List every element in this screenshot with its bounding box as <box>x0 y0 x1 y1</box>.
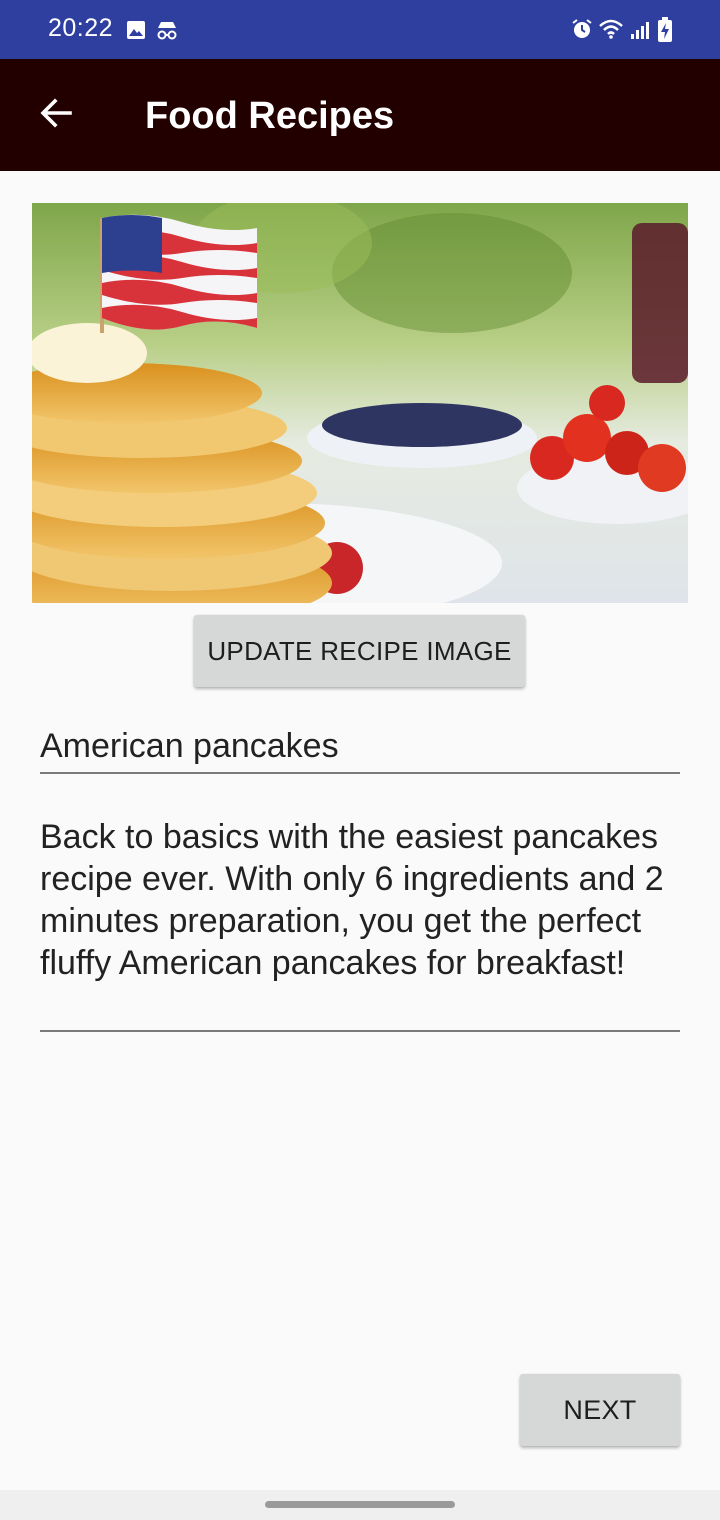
alarm-icon <box>571 18 593 45</box>
next-button[interactable]: Next <box>520 1374 680 1446</box>
home-handle[interactable] <box>265 1501 455 1508</box>
arrow-left-icon <box>38 95 74 136</box>
navigation-bar <box>0 1490 720 1520</box>
update-recipe-image-button[interactable]: Update Recipe Image <box>194 615 525 687</box>
recipe-title-field[interactable]: American pancakes <box>40 724 680 774</box>
status-time: 20:22 <box>48 14 114 42</box>
incognito-icon <box>155 18 179 47</box>
recipe-description-field[interactable]: Back to basics with the easiest pancakes… <box>40 816 680 1032</box>
page-title: Food Recipes <box>145 95 395 137</box>
status-bar: 20:22 <box>0 0 720 59</box>
app-bar: Food Recipes <box>0 59 720 171</box>
back-button[interactable] <box>24 83 88 147</box>
wifi-icon <box>598 18 626 45</box>
recipe-image <box>32 203 688 603</box>
battery-charging-icon <box>657 17 673 48</box>
image-icon <box>126 20 146 45</box>
signal-icon <box>630 20 652 45</box>
